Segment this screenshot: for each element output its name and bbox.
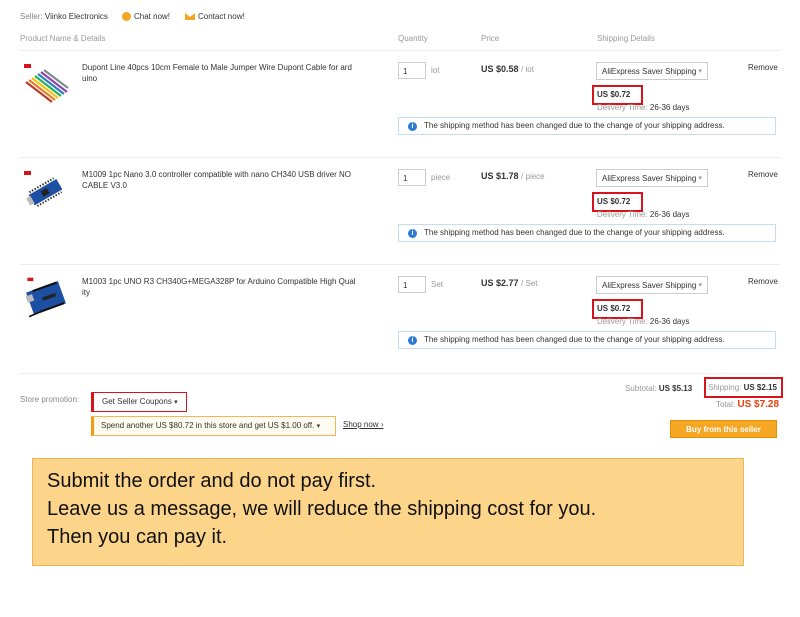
get-seller-coupons-select[interactable]: Get Seller Coupons ▾ <box>91 392 187 412</box>
message-line: Submit the order and do not pay first. <box>47 470 377 492</box>
chevron-down-icon: ▾ <box>698 175 702 182</box>
shipping-total-highlight: Shipping: US $2.15 <box>704 377 783 398</box>
quantity-input[interactable]: 1 <box>398 169 426 186</box>
unit-price: US $2.77 / Set <box>481 278 538 288</box>
envelope-icon <box>185 13 195 20</box>
quantity-unit: piece <box>431 173 451 182</box>
shop-now-link[interactable]: Shop now › <box>343 420 383 429</box>
divider <box>20 264 780 265</box>
divider <box>20 373 780 374</box>
chevron-down-icon: ▾ <box>174 399 178 406</box>
contact-now-link[interactable]: Contact now! <box>185 12 245 21</box>
header-quantity: Quantity <box>398 34 428 43</box>
seller-name[interactable]: Viinko Electronics <box>45 12 108 21</box>
delivery-time: Delivery Time: 26-36 days <box>597 210 690 219</box>
delivery-time: Delivery Time: 26-36 days <box>597 317 690 326</box>
shipping-method-select[interactable]: AliExpress Saver Shipping ▾ <box>596 169 708 187</box>
chevron-down-icon: ▾ <box>698 282 702 289</box>
divider <box>20 50 780 51</box>
quantity-unit: lot <box>431 66 440 75</box>
chevron-down-icon: ▾ <box>316 423 321 430</box>
product-thumbnail-uno[interactable] <box>22 276 70 320</box>
spend-promotion-select[interactable]: Spend another US $80.72 in this store an… <box>91 416 336 436</box>
product-name[interactable]: Dupont Line 40pcs 10cm Female to Male Ju… <box>82 62 364 84</box>
shipping-method-select[interactable]: AliExpress Saver Shipping ▾ <box>596 62 708 80</box>
quantity-input[interactable]: 1 <box>398 276 426 293</box>
seller-message-box: Submit the order and do not pay first. L… <box>32 458 744 566</box>
remove-button[interactable]: Remove <box>748 277 778 286</box>
remove-button[interactable]: Remove <box>748 63 778 72</box>
product-thumbnail-dupont-cable[interactable] <box>22 62 70 106</box>
store-promotion-label: Store promotion: <box>20 395 80 404</box>
header-product: Product Name & Details <box>20 34 106 43</box>
subtotal: Subtotal: US $5.13 <box>625 384 693 393</box>
shipping-cost-highlight: US $0.72 <box>592 299 643 319</box>
shipping-method-select[interactable]: AliExpress Saver Shipping ▾ <box>596 276 708 294</box>
seller-label: Seller: <box>20 12 43 21</box>
message-line: Then you can pay it. <box>47 526 228 548</box>
shipping-cost-highlight: US $0.72 <box>592 85 643 105</box>
product-name[interactable]: M1009 1pc Nano 3.0 controller compatible… <box>82 169 364 191</box>
quantity-input[interactable]: 1 <box>398 62 426 79</box>
delivery-time: Delivery Time: 26-36 days <box>597 103 690 112</box>
quantity-unit: Set <box>431 280 444 289</box>
shipping-notice: i The shipping method has been changed du… <box>398 331 776 349</box>
info-icon: i <box>408 229 417 238</box>
info-icon: i <box>408 122 417 131</box>
divider <box>20 157 780 158</box>
chevron-down-icon: ▾ <box>698 68 702 75</box>
product-thumbnail-nano[interactable] <box>22 169 70 213</box>
product-name[interactable]: M1003 1pc UNO R3 CH340G+MEGA328P for Ard… <box>82 276 364 298</box>
info-icon: i <box>408 336 417 345</box>
unit-price: US $1.78 / piece <box>481 171 545 181</box>
chat-now-label: Chat now! <box>134 12 171 21</box>
header-shipping: Shipping Details <box>597 34 655 43</box>
chat-icon <box>122 12 131 21</box>
order-total: Total: US $7.28 <box>716 399 780 410</box>
header-price: Price <box>481 34 500 43</box>
remove-button[interactable]: Remove <box>748 170 778 179</box>
message-line: Leave us a message, we will reduce the s… <box>47 498 597 520</box>
chat-now-link[interactable]: Chat now! <box>122 12 170 21</box>
seller-info: Seller: Viinko Electronics <box>20 12 108 21</box>
shipping-cost-highlight: US $0.72 <box>592 192 643 212</box>
unit-price: US $0.58 / lot <box>481 64 534 74</box>
shipping-notice: i The shipping method has been changed du… <box>398 224 776 242</box>
contact-now-label: Contact now! <box>198 12 245 21</box>
shipping-notice: i The shipping method has been changed du… <box>398 117 776 135</box>
buy-from-this-seller-button[interactable]: Buy from this seller <box>670 420 777 438</box>
